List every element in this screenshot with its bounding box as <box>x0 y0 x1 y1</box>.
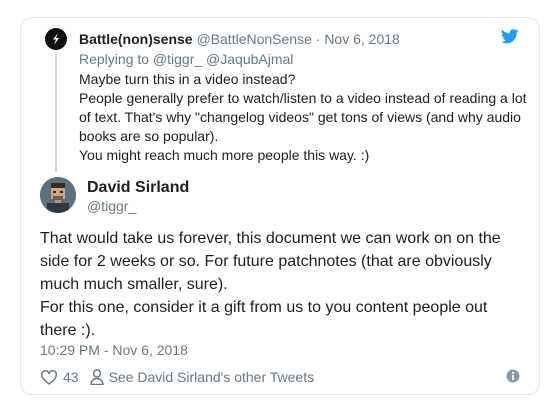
heart-icon <box>41 370 57 385</box>
parent-tweet-text: Maybe turn this in a video instead? Peop… <box>79 70 527 165</box>
parent-text-line: You might reach much more people this wa… <box>79 147 370 163</box>
tweet-paragraph: For this one, consider it a gift from us… <box>40 299 488 339</box>
twitter-bird-icon[interactable] <box>500 29 519 49</box>
other-tweets-label: See David Sirland's other Tweets <box>108 369 315 385</box>
tweet-timestamp[interactable]: 10:29 PM - Nov 6, 2018 <box>40 341 188 359</box>
parent-display-name[interactable]: Battle(non)sense <box>79 31 193 47</box>
parent-handle[interactable]: @BattleNonSense <box>196 31 311 47</box>
person-icon <box>89 369 104 385</box>
avatar[interactable] <box>40 177 76 213</box>
thread-connector <box>55 54 57 172</box>
tweet-text: That would take us forever, this documen… <box>40 227 524 342</box>
like-count: 43 <box>63 369 79 385</box>
parent-text-line: Maybe turn this in a video instead? <box>79 71 296 87</box>
tweet-paragraph: That would take us forever, this documen… <box>40 230 501 293</box>
replying-to[interactable]: Replying to @tiggr_ @JaqubAjmal <box>79 50 293 68</box>
parent-text-line: People generally prefer to watch/listen … <box>79 90 527 144</box>
embedded-tweet-card: Battle(non)sense @BattleNonSense · Nov 6… <box>20 17 540 395</box>
other-tweets-link[interactable]: See David Sirland's other Tweets <box>89 369 315 385</box>
info-icon[interactable] <box>506 369 520 388</box>
parent-tweet-header: Battle(non)sense @BattleNonSense · Nov 6… <box>79 30 400 48</box>
tweet-actions: 43 See David Sirland's other Tweets <box>40 367 314 387</box>
author-handle[interactable]: @tiggr_ <box>87 197 136 215</box>
author-display-name[interactable]: David Sirland <box>87 178 189 197</box>
like-button[interactable]: 43 <box>40 369 79 385</box>
parent-date[interactable]: Nov 6, 2018 <box>324 31 400 47</box>
separator-dot: · <box>315 31 321 47</box>
battlenonsense-logo-icon[interactable] <box>45 28 67 50</box>
